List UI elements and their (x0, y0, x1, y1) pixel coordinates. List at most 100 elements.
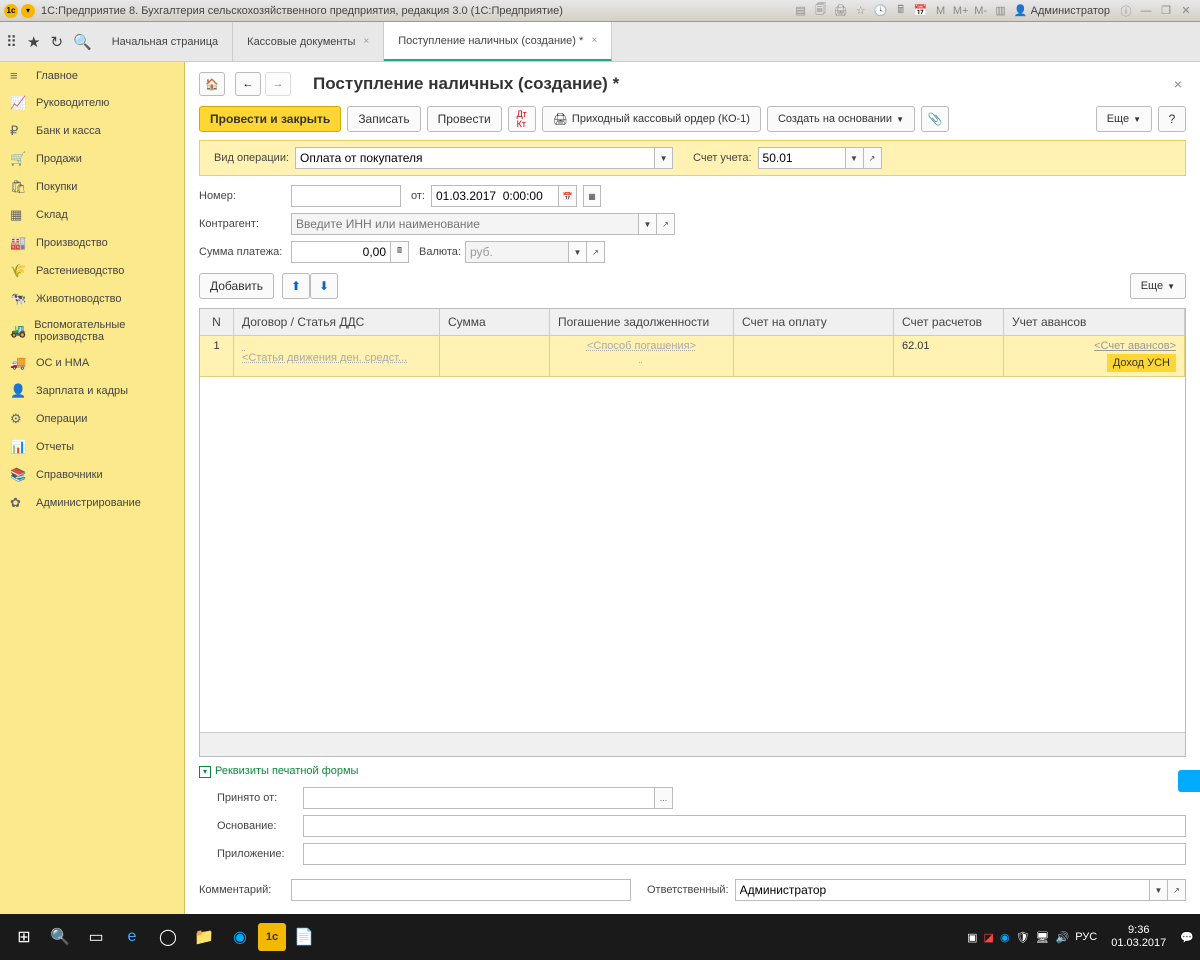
forward-button[interactable]: → (265, 72, 291, 96)
sidebar-item-operations[interactable]: ⚙Операции (0, 405, 184, 433)
help-button[interactable]: ? (1158, 106, 1186, 132)
lang-indicator[interactable]: РУС (1075, 931, 1097, 943)
sum-input[interactable] (291, 241, 391, 263)
sidebar-item-payroll[interactable]: 👤Зарплата и кадры (0, 377, 184, 405)
notes-icon[interactable]: 📄 (286, 919, 322, 955)
app-menu-icon[interactable]: ▾ (21, 4, 35, 18)
col-advances[interactable]: Учет авансов (1004, 309, 1185, 335)
apps-icon[interactable]: ⠿ (6, 33, 17, 51)
move-up-button[interactable]: ⬆ (282, 273, 310, 299)
dropdown-icon[interactable]: ▼ (639, 213, 657, 235)
add-row-button[interactable]: Добавить (199, 273, 274, 299)
back-button[interactable]: ← (235, 72, 261, 96)
chrome-icon[interactable]: ◯ (150, 919, 186, 955)
sidebar-item-crops[interactable]: 🌾Растениеводство (0, 257, 184, 285)
calc-icon[interactable]: 🖩 (391, 241, 409, 263)
history-icon[interactable]: 🕓 (872, 3, 890, 19)
tb-icon[interactable]: 🗐 (812, 3, 830, 19)
favorites-icon[interactable]: ☆ (852, 3, 870, 19)
tab-cash-receipt[interactable]: Поступление наличных (создание) *× (384, 22, 612, 61)
account-input[interactable] (758, 147, 846, 169)
open-icon[interactable]: ↗ (657, 213, 675, 235)
tray-icon[interactable]: 🛡 (1016, 931, 1030, 944)
info-icon[interactable]: ⓘ (1117, 3, 1135, 19)
sidebar-item-warehouse[interactable]: ▦Склад (0, 201, 184, 229)
col-invoice[interactable]: Счет на оплату (734, 309, 894, 335)
received-input[interactable] (303, 787, 655, 809)
tray-icon[interactable]: ◉ (1000, 931, 1010, 944)
page-close-icon[interactable]: × (1170, 72, 1186, 96)
sidebar-item-sales[interactable]: 🛒Продажи (0, 145, 184, 173)
sidebar-item-assets[interactable]: 🚚ОС и НМА (0, 349, 184, 377)
attach-input[interactable] (303, 843, 1186, 865)
maximize-icon[interactable]: ❐ (1157, 3, 1175, 19)
dropdown-icon[interactable]: ▼ (1150, 879, 1168, 901)
mminus-icon[interactable]: M- (972, 3, 990, 19)
sidebar-item-production[interactable]: 🏭Производство (0, 229, 184, 257)
sidebar-item-admin[interactable]: ✿Администрирование (0, 489, 184, 517)
sidebar-item-purchases[interactable]: 🛍Покупки (0, 173, 184, 201)
dropdown-icon[interactable]: ▼ (655, 147, 673, 169)
1c-task-icon[interactable]: 1c (258, 923, 286, 951)
post-close-button[interactable]: Провести и закрыть (199, 106, 341, 132)
sidebar-item-livestock[interactable]: 🐄Животноводство (0, 285, 184, 313)
col-account[interactable]: Счет расчетов (894, 309, 1004, 335)
sidebar-item-bank[interactable]: ₽Банк и касса (0, 117, 184, 145)
open-icon[interactable]: ↗ (864, 147, 882, 169)
optype-select[interactable] (295, 147, 655, 169)
tab-cash-docs[interactable]: Кассовые документы× (233, 22, 384, 61)
print-form-expander[interactable]: ▾Реквизиты печатной формы (185, 757, 1200, 784)
tb-icon[interactable]: 🖨 (832, 3, 850, 19)
mplus-icon[interactable]: M+ (952, 3, 970, 19)
table-row[interactable]: 1 <Статья движения ден. средст... <Спосо… (200, 336, 1185, 377)
volume-icon[interactable]: 🔊 (1056, 931, 1070, 944)
reason-input[interactable] (303, 815, 1186, 837)
responsible-input[interactable] (735, 879, 1150, 901)
print-ko1-button[interactable]: 🖨 Приходный кассовый ордер (КО-1) (542, 106, 761, 132)
notifications-icon[interactable]: 💬 (1180, 931, 1194, 944)
search-icon[interactable]: 🔍 (42, 919, 78, 955)
sidebar-item-main[interactable]: ≡Главное (0, 62, 184, 89)
attach-button[interactable]: 📎 (921, 106, 949, 132)
post-button[interactable]: Провести (427, 106, 502, 132)
close-icon[interactable]: × (591, 35, 597, 46)
close-icon[interactable]: × (363, 36, 369, 47)
taskview-icon[interactable]: ▭ (78, 919, 114, 955)
number-input[interactable] (291, 185, 401, 207)
dropdown-icon[interactable]: ▼ (846, 147, 864, 169)
teamviewer-icon[interactable] (1178, 770, 1200, 792)
history-icon[interactable]: ↻ (50, 33, 63, 51)
contragent-input[interactable] (291, 213, 639, 235)
teamviewer-task-icon[interactable]: ◉ (222, 919, 258, 955)
tab-start[interactable]: Начальная страница (98, 22, 233, 61)
move-down-button[interactable]: ⬇ (310, 273, 338, 299)
doc-icon[interactable]: ▦ (583, 185, 601, 207)
comment-input[interactable] (291, 879, 631, 901)
sidebar-item-aux[interactable]: 🚜Вспомогательные производства (0, 313, 184, 349)
more-button[interactable]: Еще▼ (1096, 106, 1152, 132)
ellipsis-icon[interactable]: … (655, 787, 673, 809)
sidebar-item-catalogs[interactable]: 📚Справочники (0, 461, 184, 489)
sidebar-item-manager[interactable]: 📈Руководителю (0, 89, 184, 117)
m-icon[interactable]: M (932, 3, 950, 19)
calendar-icon[interactable]: 📅 (912, 3, 930, 19)
open-icon[interactable]: ↗ (587, 241, 605, 263)
col-repayment[interactable]: Погашение задолженности (550, 309, 734, 335)
save-button[interactable]: Записать (347, 106, 420, 132)
ie-icon[interactable]: e (114, 919, 150, 955)
tray-icon[interactable]: 🖥 (1036, 931, 1050, 944)
calendar-icon[interactable]: 📅 (559, 185, 577, 207)
minimize-icon[interactable]: — (1137, 3, 1155, 19)
create-based-button[interactable]: Создать на основании▼ (767, 106, 915, 132)
panels-icon[interactable]: ▥ (992, 3, 1010, 19)
sidebar-item-reports[interactable]: 📊Отчеты (0, 433, 184, 461)
star-icon[interactable]: ★ (27, 33, 40, 51)
col-n[interactable]: N (200, 309, 234, 335)
table-more-button[interactable]: Еще▼ (1130, 273, 1186, 299)
tray-icon[interactable]: ◪ (984, 931, 994, 944)
search-icon[interactable]: 🔍 (73, 33, 92, 51)
dropdown-icon[interactable]: ▼ (569, 241, 587, 263)
currency-input[interactable] (465, 241, 569, 263)
clock[interactable]: 9:3601.03.2017 (1103, 924, 1174, 950)
open-icon[interactable]: ↗ (1168, 879, 1186, 901)
